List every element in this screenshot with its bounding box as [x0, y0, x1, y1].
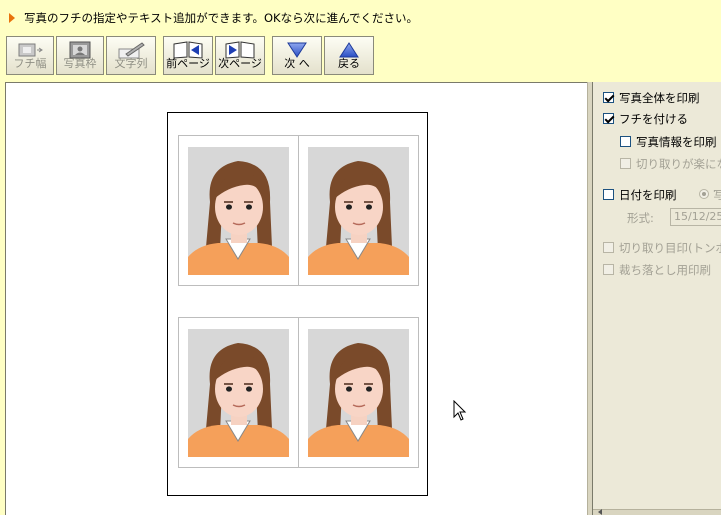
bleed-print-label: 裁ち落とし用印刷: [619, 263, 711, 277]
photo-divider: [298, 136, 299, 285]
photo-frame-label: 写真枠: [63, 57, 97, 70]
scroll-left-icon[interactable]: [598, 509, 602, 515]
portrait-photo: [308, 329, 409, 457]
prev-page-button[interactable]: 前ページ: [163, 36, 213, 75]
easy-cut-checkbox: [620, 158, 631, 169]
date-format-label: 形式:: [627, 211, 654, 225]
date-source-radio-label: 写: [713, 187, 721, 203]
toolbar: フチ幅 写真枠 文字列 前ページ 次ページ 次 へ 戻る: [0, 34, 721, 80]
add-border-label: フチを付ける: [619, 112, 688, 126]
portrait-photo: [188, 329, 289, 457]
date-source-radio: [699, 189, 709, 199]
add-border-checkbox[interactable]: [603, 113, 614, 124]
play-arrow-icon: [9, 13, 15, 23]
bleed-print-checkbox: [603, 264, 614, 275]
instruction-text: 写真のフチの指定やテキスト追加ができます。OKなら次に進んでください。: [24, 11, 419, 25]
photo-block-bottom[interactable]: [178, 317, 419, 468]
portrait-photo: [188, 147, 289, 275]
print-photo-info-label: 写真情報を印刷: [636, 135, 717, 149]
date-format-field: 15/12/25: [670, 208, 721, 226]
cut-marks-checkbox: [603, 242, 614, 253]
mouse-cursor-icon: [453, 400, 467, 421]
prev-page-label: 前ページ: [166, 57, 210, 70]
next-label: 次 へ: [284, 57, 310, 70]
next-button[interactable]: 次 へ: [272, 36, 322, 75]
print-whole-photo-label: 写真全体を印刷: [619, 91, 700, 105]
print-whole-photo-checkbox[interactable]: [603, 92, 614, 103]
easy-cut-label: 切り取りが楽にな: [636, 157, 721, 171]
next-page-button[interactable]: 次ページ: [215, 36, 265, 75]
border-width-label: フチ幅: [13, 57, 47, 70]
text-column-button[interactable]: 文字列: [106, 36, 156, 75]
options-horizontal-scrollbar[interactable]: [593, 509, 721, 515]
photo-frame-button[interactable]: 写真枠: [56, 36, 104, 75]
next-page-label: 次ページ: [218, 57, 262, 70]
text-column-label: 文字列: [114, 57, 148, 70]
print-date-checkbox[interactable]: [603, 189, 614, 200]
print-preview-area: [5, 82, 587, 515]
print-date-label: 日付を印刷: [619, 188, 677, 202]
print-options-panel: 写真全体を印刷 フチを付ける 写真情報を印刷 切り取りが楽にな 日付を印刷 写 …: [592, 82, 721, 515]
portrait-photo: [308, 147, 409, 275]
print-photo-info-checkbox[interactable]: [620, 136, 631, 147]
border-width-button[interactable]: フチ幅: [6, 36, 54, 75]
photo-divider: [298, 318, 299, 467]
print-sheet: [167, 112, 428, 496]
back-button[interactable]: 戻る: [324, 36, 374, 75]
cut-marks-label: 切り取り目印(トンボ): [619, 241, 721, 255]
photo-block-top[interactable]: [178, 135, 419, 286]
back-label: 戻る: [338, 57, 360, 70]
instruction-bar: 写真のフチの指定やテキスト追加ができます。OKなら次に進んでください。: [0, 0, 721, 34]
